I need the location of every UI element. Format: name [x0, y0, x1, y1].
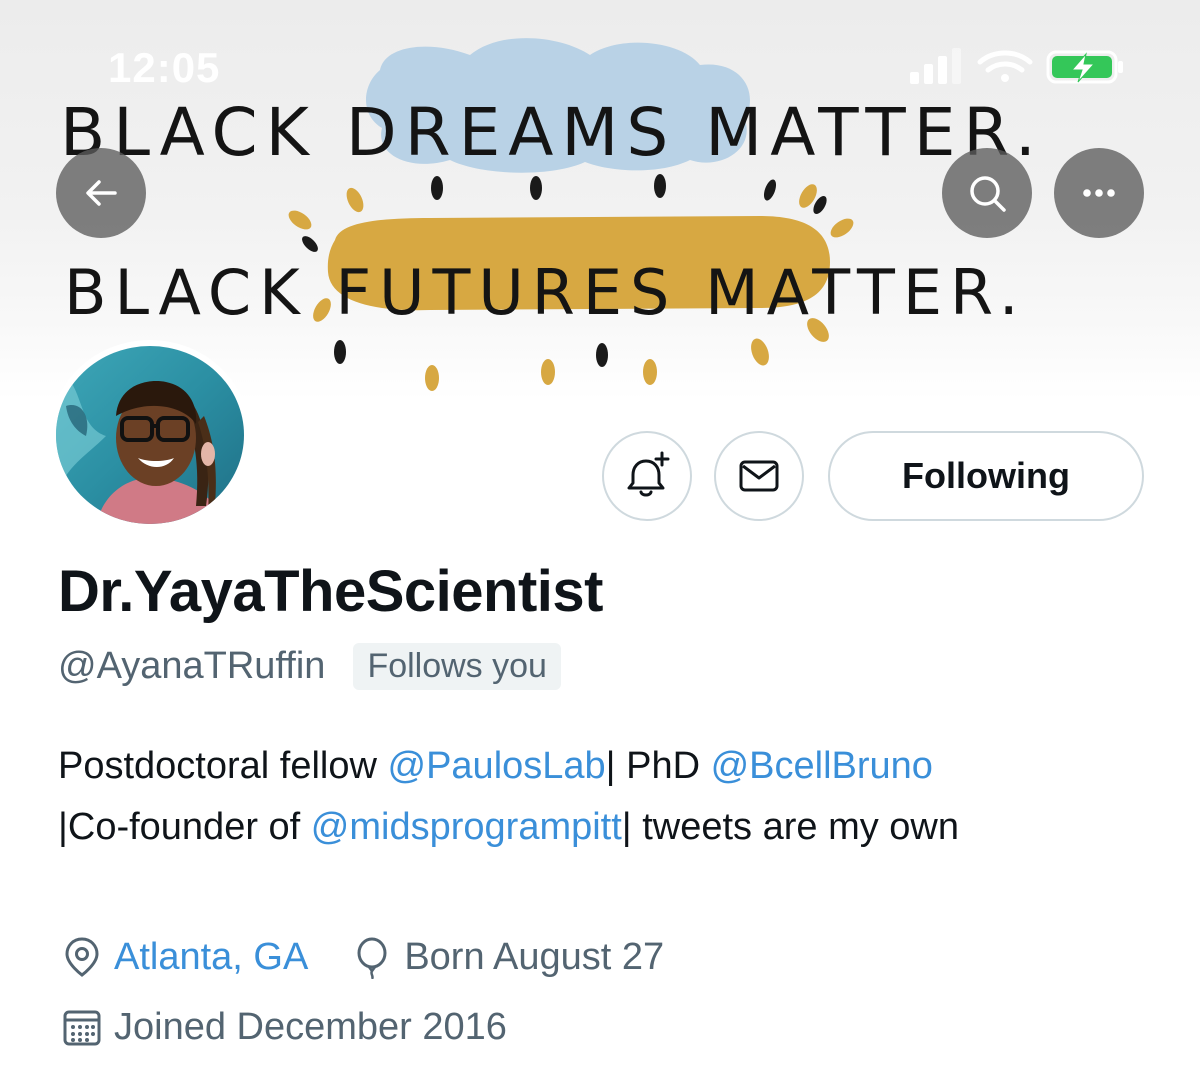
back-arrow-icon: [86, 180, 117, 206]
avatar[interactable]: [50, 340, 250, 530]
bio-text: | tweets are my own: [621, 806, 960, 848]
banner-headline-1: BLACK DREAMS MATTER.: [60, 94, 1044, 171]
banner-word: BLACK: [64, 256, 308, 329]
banner-headline-2: BLACK FUTURES MATTER.: [64, 256, 1027, 329]
battery-charging-icon: [1046, 50, 1123, 84]
signal-icon: [910, 48, 961, 84]
birthday-item: Born August 27: [348, 933, 664, 981]
calendar-icon: [58, 1003, 106, 1051]
envelope-icon: [739, 460, 779, 492]
more-icon: [1083, 189, 1115, 197]
message-button[interactable]: [714, 431, 804, 521]
bio-mention-link[interactable]: @PaulosLab: [388, 745, 606, 787]
search-button[interactable]: [942, 148, 1032, 238]
profile-banner[interactable]: BLACK DREAMS MATTER. BLACK FUTURES MATTE…: [0, 0, 1200, 400]
bell-plus-icon: [627, 451, 670, 497]
avatar-photo: [56, 346, 244, 524]
display-name: Dr.YayaTheScientist: [58, 559, 603, 624]
bio-mention-link[interactable]: @midsprogrampitt: [311, 806, 622, 848]
joined-text: Joined December 2016: [114, 1005, 507, 1048]
banner-word: MATTER.: [705, 256, 1027, 329]
back-button[interactable]: [56, 148, 146, 238]
more-options-button[interactable]: [1054, 148, 1144, 238]
location-pin-icon: [58, 933, 106, 981]
status-icons: [910, 48, 1123, 84]
bio-text: | PhD: [605, 745, 711, 787]
profile-bio: Postdoctoral fellow @PaulosLab| PhD @Bce…: [58, 736, 1158, 858]
wifi-icon: [977, 50, 1033, 82]
birthday-text: Born August 27: [404, 935, 665, 978]
location-item: Atlanta, GA: [58, 933, 308, 981]
bio-mention-link[interactable]: @BcellBruno: [711, 745, 933, 787]
location-link[interactable]: Atlanta, GA: [114, 936, 308, 979]
joined-item: Joined December 2016: [58, 1003, 507, 1051]
profile-meta-row: Joined December 2016: [58, 1000, 507, 1054]
bio-text: Postdoctoral fellow: [58, 745, 388, 787]
banner-word: DREAMS: [345, 94, 677, 171]
notify-button[interactable]: [602, 431, 692, 521]
search-icon: [970, 176, 1006, 212]
balloon-icon: [348, 933, 396, 981]
follows-you-badge: Follows you: [353, 642, 561, 690]
profile-meta-row: Atlanta, GA Born August 27: [58, 930, 664, 984]
status-time: 12:05: [108, 44, 221, 91]
banner-word: FUTURES: [335, 256, 678, 329]
handle-row: @AyanaTRuffin Follows you: [58, 640, 561, 692]
bio-text: |Co-founder of: [58, 806, 311, 848]
following-button[interactable]: Following: [828, 431, 1144, 521]
user-handle: @AyanaTRuffin: [58, 644, 326, 687]
